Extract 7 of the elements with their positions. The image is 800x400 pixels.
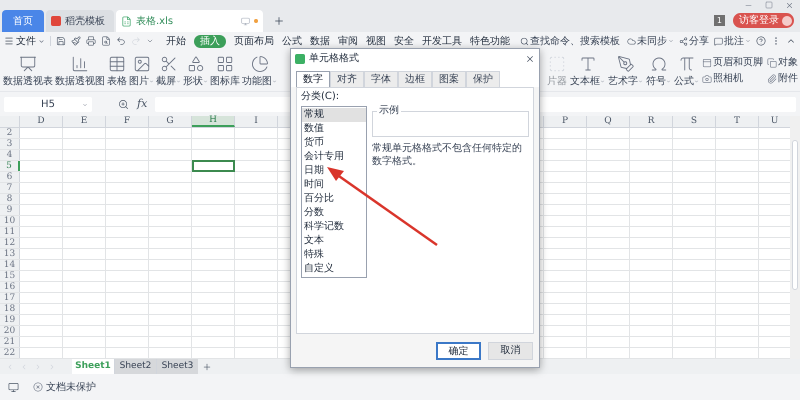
category-label: 分类(C): <box>301 91 340 103</box>
format-description: 常规单元格格式不包含任何特定的数字格式。 <box>372 142 523 168</box>
sample-label: 示例 <box>377 105 401 117</box>
tab-label: 稻壳模板 <box>65 14 105 28</box>
tab-label: 首页 <box>13 14 33 28</box>
dialog-title: 单元格格式 <box>309 52 359 66</box>
tab-label: 表格.xls <box>136 14 174 28</box>
